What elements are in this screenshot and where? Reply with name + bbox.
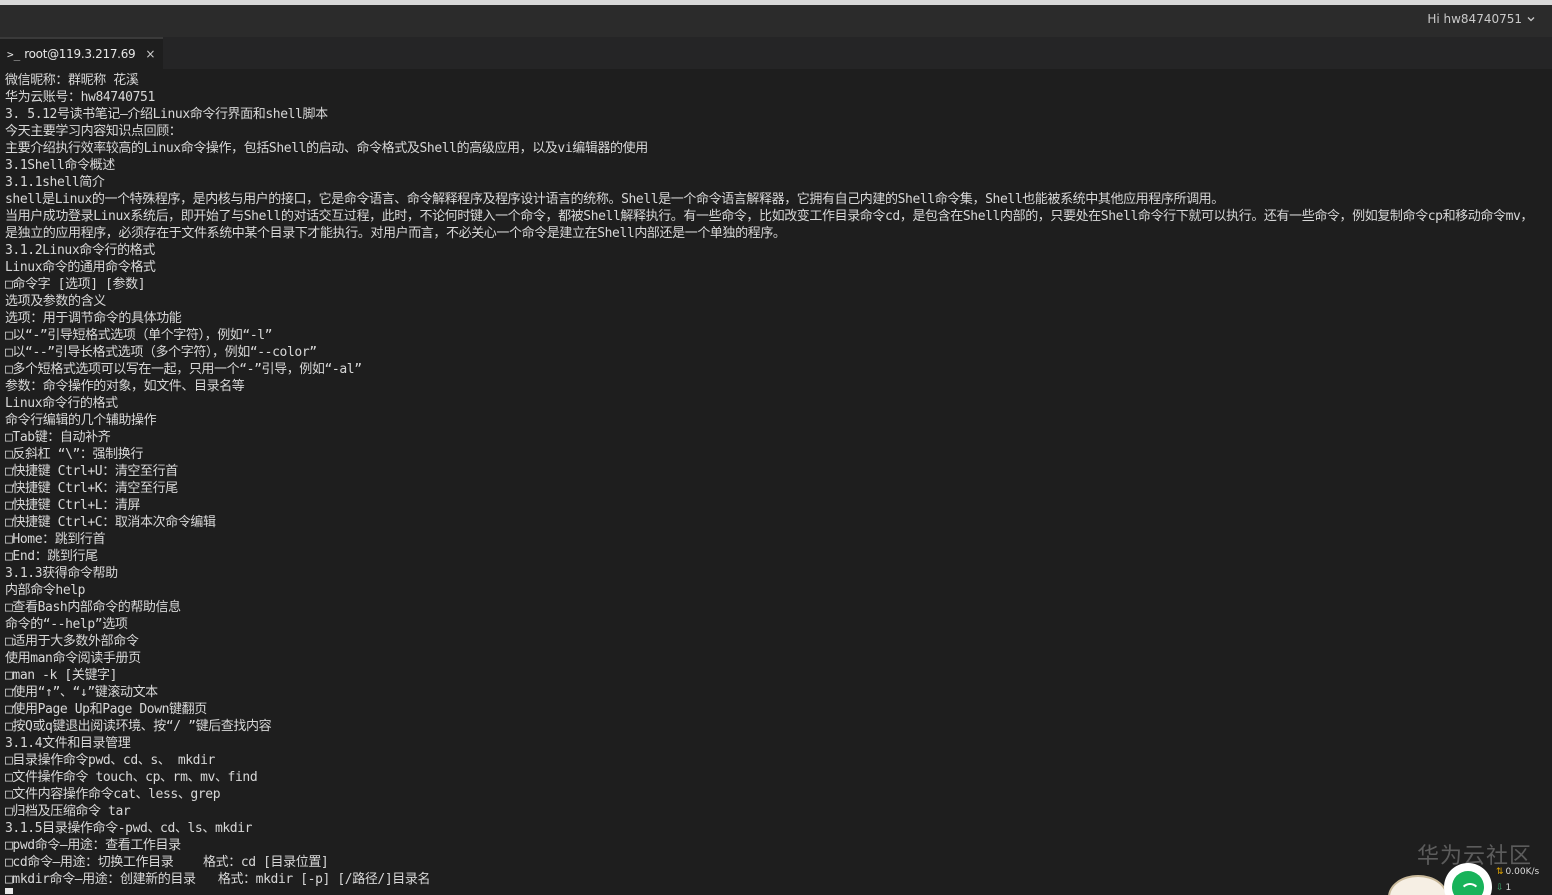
terminal-line: 选项及参数的含义: [5, 294, 106, 309]
terminal-line: 3.1.1shell简介: [5, 175, 105, 190]
download-arrow-icon: ⇩: [1496, 883, 1504, 893]
terminal-line: 3.1.4文件和目录管理: [5, 736, 131, 751]
user-greeting: Hi hw84740751: [1427, 12, 1522, 26]
terminal-line: □以“-”引导短格式选项（单个字符），例如“-l”: [5, 328, 273, 343]
mascot-icon: [1388, 875, 1448, 895]
terminal-line: 3.1Shell命令概述: [5, 158, 115, 173]
terminal-line: Linux命令的通用命令格式: [5, 260, 156, 275]
terminal-line: □目录操作命令pwd、cd、s、 mkdir: [5, 753, 215, 768]
terminal-line: 3.1.5目录操作命令-pwd、cd、ls、mkdir: [5, 821, 253, 836]
terminal-line: □文件内容操作命令cat、less、grep: [5, 787, 221, 802]
terminal-line: □查看Bash内部命令的帮助信息: [5, 600, 181, 615]
upload-speed: ⇅ 0.00K/s: [1496, 867, 1540, 877]
wifi-icon: [1444, 863, 1492, 895]
terminal-line: 3.1.2Linux命令行的格式: [5, 243, 155, 258]
terminal-line: □反斜杠 “\”：强制换行: [5, 447, 143, 462]
terminal-line: 选项：用于调节命令的具体功能: [5, 311, 182, 326]
terminal-line: 主要介绍执行效率较高的Linux命令操作，包括Shell的启动、命令格式及She…: [5, 141, 648, 156]
terminal-line: □快捷键 Ctrl+C：取消本次命令编辑: [5, 515, 216, 530]
terminal-line: 命令行编辑的几个辅助操作: [5, 413, 157, 428]
terminal-line: □使用“↑”、“↓”键滚动文本: [5, 685, 158, 700]
terminal-line: 命令的“--help”选项: [5, 617, 128, 632]
user-menu[interactable]: Hi hw84740751: [1427, 12, 1536, 26]
terminal-line: 3. 5.12号读书笔记—介绍Linux命令行界面和shell脚本: [5, 107, 328, 122]
terminal-line: 使用man命令阅读手册页: [5, 651, 141, 666]
terminal-line: □快捷键 Ctrl+K：清空至行尾: [5, 481, 178, 496]
terminal-line: □使用Page Up和Page Down键翻页: [5, 702, 207, 717]
terminal-cursor: [5, 888, 13, 894]
terminal-line: 华为云账号：hw84740751: [5, 90, 155, 105]
terminal-line: □文件操作命令 touch、cp、rm、mv、find: [5, 770, 258, 785]
terminal-line: □命令字 [选项] [参数]: [5, 277, 146, 292]
terminal-line: □快捷键 Ctrl+U：清空至行首: [5, 464, 178, 479]
terminal-line: 内部命令help: [5, 583, 86, 598]
terminal-line: 参数：命令操作的对象，如文件、目录名等: [5, 379, 245, 394]
tab-title: root@119.3.217.69: [24, 47, 136, 61]
terminal-line: shell是Linux的一个特殊程序，是内核与用户的接口，它是命令语言、命令解释…: [5, 192, 1224, 207]
terminal-line: □以“--”引导长格式选项（多个字符），例如“--color”: [5, 345, 317, 360]
terminal-line: 微信昵称：群昵称 花溪: [5, 73, 139, 88]
terminal-line: 今天主要学习内容知识点回顾：: [5, 124, 182, 139]
terminal-line: □man -k [关键字]: [5, 668, 118, 683]
terminal-line: □适用于大多数外部命令: [5, 634, 139, 649]
tab-terminal-session[interactable]: >_ root@119.3.217.69 ×: [0, 37, 163, 69]
terminal-line: □Tab键：自动补齐: [5, 430, 111, 445]
upload-arrow-icon: ⇅: [1496, 867, 1504, 877]
terminal-line: □多个短格式选项可以写在一起，只用一个“-”引导，例如“-al”: [5, 362, 362, 377]
terminal-line: □快捷键 Ctrl+L：清屏: [5, 498, 141, 513]
tab-bar: >_ root@119.3.217.69 ×: [0, 37, 1552, 69]
terminal-prompt-icon: >_: [7, 47, 21, 61]
terminal-lines: 微信昵称：群昵称 花溪华为云账号：hw84740751 3. 5.12号读书笔记—…: [5, 72, 1540, 888]
terminal-line: Linux命令行的格式: [5, 396, 118, 411]
terminal-line: □cd命令—用途：切换工作目录 格式：cd [目录位置]: [5, 855, 329, 870]
terminal-line: 当用户成功登录Linux系统后，即开始了与Shell的对话交互过程，此时，不论何…: [5, 209, 1534, 241]
download-speed: ⇩ 1: [1496, 883, 1512, 893]
network-speed-widget: ⇅ 0.00K/s ⇩ 1: [1388, 853, 1552, 895]
terminal-line: □归档及压缩命令 tar: [5, 804, 131, 819]
terminal-line: □pwd命令—用途：查看工作目录: [5, 838, 181, 853]
terminal-line: □Home：跳到行首: [5, 532, 106, 547]
terminal-line: □End：跳到行尾: [5, 549, 98, 564]
title-bar: Hi hw84740751: [0, 5, 1552, 37]
terminal-line: □mkdir命令—用途：创建新的目录 格式：mkdir [-p] [/路径/]目…: [5, 872, 431, 887]
close-icon[interactable]: ×: [145, 47, 155, 61]
terminal-line: □按Q或q键退出阅读环境、按“/ ”键后查找内容: [5, 719, 272, 734]
terminal-output[interactable]: 微信昵称：群昵称 花溪华为云账号：hw84740751 3. 5.12号读书笔记—…: [0, 69, 1552, 895]
chevron-down-icon: [1527, 17, 1535, 22]
terminal-line: 3.1.3获得命令帮助: [5, 566, 118, 581]
